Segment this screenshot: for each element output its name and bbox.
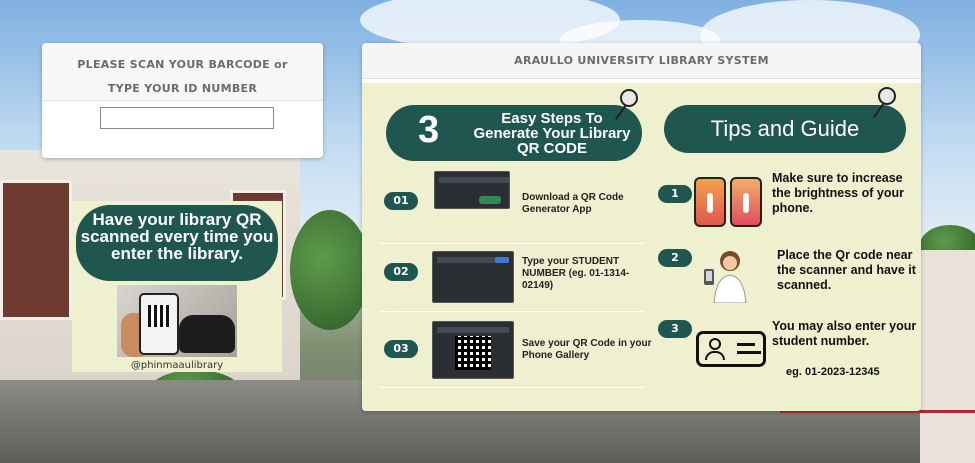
step-text-01: Download a QR Code Generator App [522,192,624,215]
create-button-image [495,257,509,263]
id-card-icon [696,331,766,367]
steps-banner: 3 Easy Steps To Generate Your Library QR… [386,105,642,161]
id-card-line [737,351,761,354]
phone-brightness-icon [694,177,726,227]
install-button-image [479,196,501,204]
pushpin-icon [620,89,638,107]
tip-badge-1: 1 [658,185,692,203]
tip-badge-2: 2 [658,249,692,267]
scan-panel: PLEASE SCAN YOUR BARCODE or TYPE YOUR ID… [42,43,323,158]
poster-headline: Have your library QR scanned every time … [76,205,278,281]
step-divider [380,387,644,388]
scan-reminder-poster: Have your library QR scanned every time … [72,201,282,372]
brightness-bar [743,193,749,213]
id-card-line [737,343,755,346]
step-badge-02: 02 [384,263,418,281]
tips-banner: Tips and Guide [664,105,906,153]
saved-qr-screenshot [432,321,514,379]
step-divider [380,311,644,312]
steps-banner-text: Easy Steps To Generate Your Library QR C… [473,110,631,157]
person-holding-phone-icon [698,247,758,304]
social-handle: @phinmaaulibrary [130,360,224,371]
qr-code-icon [455,336,491,370]
scan-panel-header: PLEASE SCAN YOUR BARCODE or TYPE YOUR ID… [42,43,323,101]
step-text-02: Type your STUDENT NUMBER (eg. 01-1314-02… [522,256,630,291]
id-number-input[interactable] [100,107,274,129]
scan-instruction-line1: PLEASE SCAN YOUR BARCODE or [77,58,288,71]
tip-text-1: Make sure to increase the brightness of … [772,171,904,215]
panel-title: ARAULLO UNIVERSITY LIBRARY SYSTEM [362,43,921,79]
background-window [0,180,72,320]
step-divider [380,243,644,244]
id-card-avatar-body [705,351,725,360]
qr-code-icon [148,305,170,327]
step-badge-01: 01 [384,192,418,210]
scanner-image [179,315,235,353]
tip-badge-3: 3 [658,320,692,338]
background-railing [780,410,975,450]
phone-brightness-icon [730,177,762,227]
screenshot-bar [437,327,509,333]
qr-scan-photo [117,285,237,357]
step-badge-03: 03 [384,340,418,358]
guide-poster: 3 Easy Steps To Generate Your Library QR… [362,83,921,411]
steps-banner-number: 3 [418,109,440,151]
id-card-avatar [709,338,721,350]
background-tree [290,210,370,330]
scan-instruction-line2: TYPE YOUR ID NUMBER [107,82,258,95]
phone-image [139,293,179,355]
tip-example-3: eg. 01-2023-12345 [786,366,880,378]
screenshot-bar [439,177,509,183]
pushpin-icon [878,87,896,105]
student-number-screenshot [432,251,514,303]
tip-text-2: Place the Qr code near the scanner and h… [777,248,916,292]
qr-app-screenshot [434,171,510,209]
library-system-panel: ARAULLO UNIVERSITY LIBRARY SYSTEM 3 Easy… [362,43,921,411]
brightness-bar [707,193,713,213]
tip-text-3: You may also enter your student number. [772,319,917,348]
step-text-03: Save your QR Code in your Phone Gallery [522,338,652,361]
